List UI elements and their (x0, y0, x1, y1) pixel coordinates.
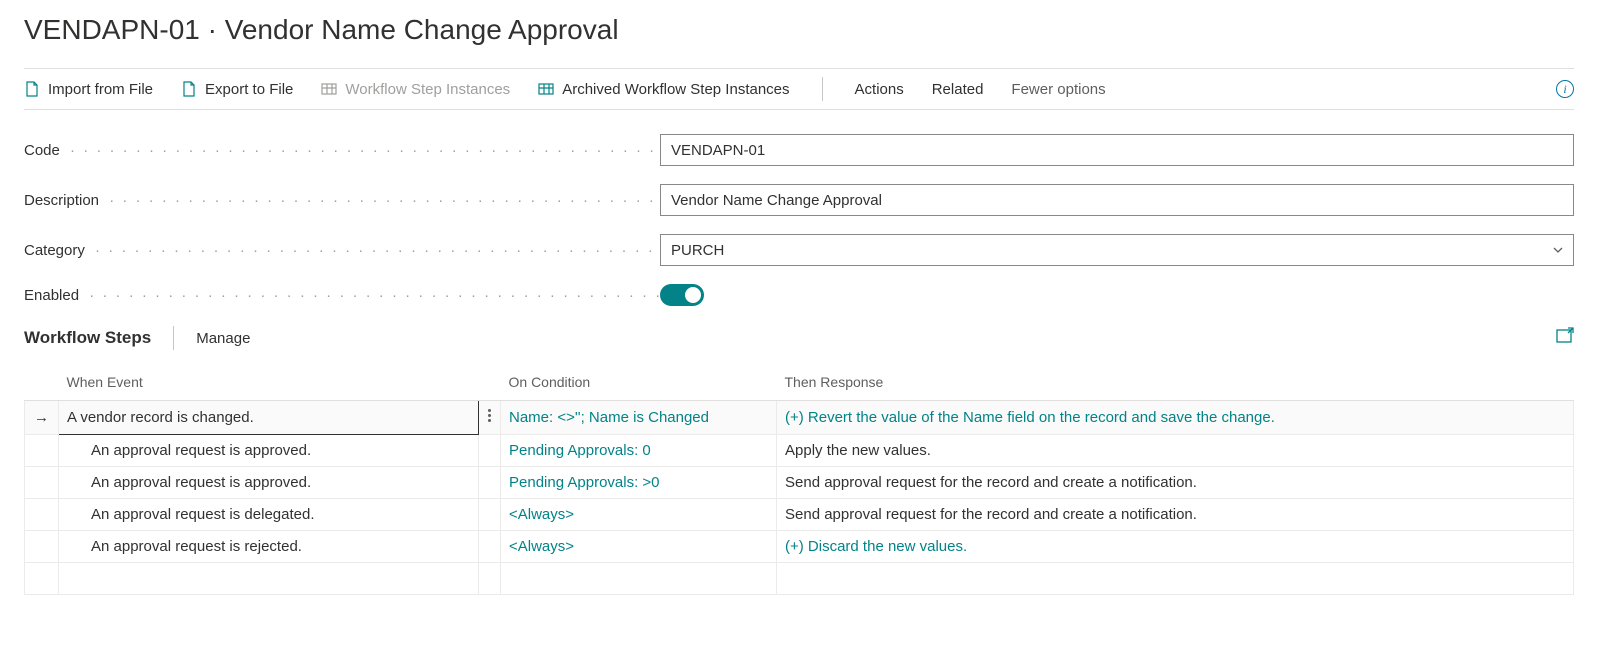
empty-cell[interactable] (59, 563, 479, 595)
row-menu-button[interactable] (479, 467, 501, 499)
col-response[interactable]: Then Response (777, 364, 1574, 401)
row-selector[interactable]: → (25, 401, 59, 435)
workflow-steps-grid: When Event On Condition Then Response →A… (24, 364, 1574, 595)
table-icon (321, 81, 337, 97)
empty-cell[interactable] (25, 563, 59, 595)
export-to-file-button[interactable]: Export to File (181, 81, 293, 98)
empty-cell[interactable] (501, 563, 777, 595)
col-condition[interactable]: On Condition (501, 364, 777, 401)
code-label: Code (24, 142, 660, 159)
wsi-label: Workflow Step Instances (345, 81, 510, 98)
col-event[interactable]: When Event (59, 364, 479, 401)
manage-button[interactable]: Manage (196, 330, 250, 347)
import-label: Import from File (48, 81, 153, 98)
table-row[interactable]: →A vendor record is changed. Name: <>''; … (25, 401, 1574, 435)
condition-cell[interactable]: <Always> (501, 499, 777, 531)
toolbar-divider (822, 77, 823, 101)
response-cell[interactable]: Send approval request for the record and… (777, 499, 1574, 531)
row-menu-button[interactable] (479, 435, 501, 467)
related-label: Related (932, 81, 984, 98)
page-title: VENDAPN-01 · Vendor Name Change Approval (24, 14, 1574, 46)
file-import-icon (24, 81, 40, 97)
enabled-label: Enabled (24, 287, 660, 304)
table-row[interactable]: An approval request is approved. Pending … (25, 435, 1574, 467)
row-menu-button[interactable] (479, 401, 501, 435)
enabled-toggle[interactable] (660, 284, 704, 306)
actions-menu[interactable]: Actions (855, 81, 904, 98)
table-icon (538, 81, 554, 97)
event-cell[interactable]: An approval request is approved. (59, 435, 479, 467)
kebab-icon (488, 407, 491, 424)
response-cell[interactable]: Apply the new values. (777, 435, 1574, 467)
fewer-label: Fewer options (1011, 81, 1105, 98)
table-row[interactable]: An approval request is approved. Pending … (25, 467, 1574, 499)
import-from-file-button[interactable]: Import from File (24, 81, 153, 98)
awsi-label: Archived Workflow Step Instances (562, 81, 789, 98)
table-row-empty[interactable] (25, 563, 1574, 595)
expand-icon[interactable] (1556, 327, 1574, 345)
event-cell[interactable]: A vendor record is changed. (59, 401, 479, 435)
row-menu-button[interactable] (479, 531, 501, 563)
file-export-icon (181, 81, 197, 97)
description-label: Description (24, 192, 660, 209)
row-selector[interactable] (25, 467, 59, 499)
row-selector[interactable] (25, 531, 59, 563)
response-cell[interactable]: Send approval request for the record and… (777, 467, 1574, 499)
row-menu-button[interactable] (479, 499, 501, 531)
workflow-step-instances-button[interactable]: Workflow Step Instances (321, 81, 510, 98)
actions-label: Actions (855, 81, 904, 98)
condition-cell[interactable]: Pending Approvals: 0 (501, 435, 777, 467)
response-cell[interactable]: (+) Revert the value of the Name field o… (777, 401, 1574, 435)
empty-cell[interactable] (479, 563, 501, 595)
table-row[interactable]: An approval request is rejected. <Always>… (25, 531, 1574, 563)
col-spacer2 (479, 364, 501, 401)
event-cell[interactable]: An approval request is delegated. (59, 499, 479, 531)
table-row[interactable]: An approval request is delegated. <Always… (25, 499, 1574, 531)
event-cell[interactable]: An approval request is approved. (59, 467, 479, 499)
condition-cell[interactable]: Pending Approvals: >0 (501, 467, 777, 499)
workflow-steps-title: Workflow Steps (24, 328, 151, 348)
action-toolbar: Import from File Export to File Workflow… (24, 68, 1574, 110)
description-input[interactable] (660, 184, 1574, 216)
condition-cell[interactable]: <Always> (501, 531, 777, 563)
archived-workflow-step-instances-button[interactable]: Archived Workflow Step Instances (538, 81, 789, 98)
related-menu[interactable]: Related (932, 81, 984, 98)
info-icon[interactable]: i (1556, 80, 1574, 98)
fewer-options-button[interactable]: Fewer options (1011, 81, 1105, 98)
empty-cell[interactable] (777, 563, 1574, 595)
code-input[interactable] (660, 134, 1574, 166)
row-selector[interactable] (25, 435, 59, 467)
event-cell[interactable]: An approval request is rejected. (59, 531, 479, 563)
export-label: Export to File (205, 81, 293, 98)
col-spacer (25, 364, 59, 401)
category-select[interactable] (660, 234, 1574, 266)
section-divider (173, 326, 174, 350)
row-selector[interactable] (25, 499, 59, 531)
category-label: Category (24, 242, 660, 259)
condition-cell[interactable]: Name: <>''; Name is Changed (501, 401, 777, 435)
response-cell[interactable]: (+) Discard the new values. (777, 531, 1574, 563)
